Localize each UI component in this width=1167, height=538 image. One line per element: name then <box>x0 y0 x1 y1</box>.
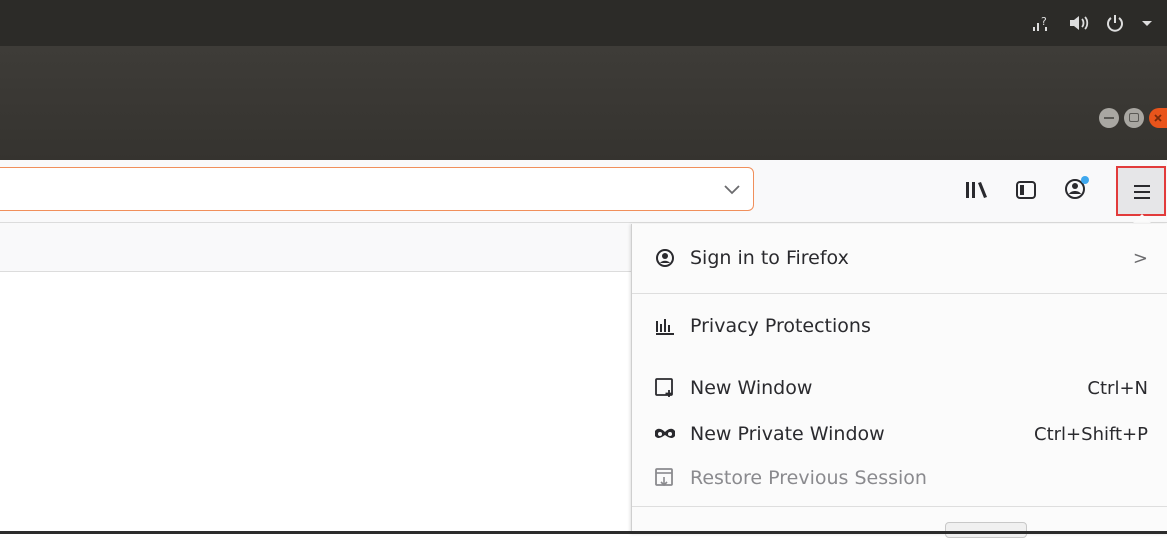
restore-session-icon <box>654 467 676 489</box>
system-indicators: ? <box>1031 10 1153 36</box>
privacy-dashboard-icon <box>654 315 676 337</box>
menu-item-label: Sign in to Firefox <box>690 247 849 269</box>
library-icon[interactable] <box>964 179 990 205</box>
bookmarks-toolbar <box>0 223 632 272</box>
dropdown-arrow-icon[interactable] <box>1141 13 1153 33</box>
chevron-right-icon: > <box>1132 247 1148 269</box>
hamburger-menu-icon <box>1134 185 1150 199</box>
system-top-bar: ? <box>0 0 1167 46</box>
window-controls <box>1099 108 1167 128</box>
menu-separator <box>632 293 1167 294</box>
menu-item-privacy-protections[interactable]: Privacy Protections <box>632 308 1167 344</box>
menu-item-label: New Private Window <box>690 423 885 445</box>
account-icon[interactable] <box>1063 175 1091 205</box>
zoom-control-partial[interactable] <box>945 522 1027 538</box>
navigation-toolbar <box>0 160 1167 223</box>
svg-text:?: ? <box>1041 15 1047 28</box>
network-icon[interactable]: ? <box>1031 13 1051 33</box>
app-menu-panel: Sign in to Firefox > Privacy Protections… <box>631 224 1167 534</box>
panel-arrow <box>1132 214 1152 224</box>
url-dropdown-icon[interactable] <box>721 179 743 199</box>
close-icon[interactable] <box>1149 108 1167 128</box>
menu-item-new-window[interactable]: New Window Ctrl+N <box>632 370 1167 406</box>
private-mask-icon <box>654 423 676 445</box>
maximize-icon[interactable] <box>1124 108 1144 128</box>
window-title-bar <box>0 46 1167 160</box>
menu-item-sign-in[interactable]: Sign in to Firefox > <box>632 240 1167 276</box>
menu-item-restore-session[interactable]: Restore Previous Session <box>632 460 1167 496</box>
url-bar[interactable] <box>0 167 754 211</box>
minimize-icon[interactable] <box>1099 108 1119 128</box>
menu-item-label: Privacy Protections <box>690 315 871 337</box>
menu-item-shortcut: Ctrl+N <box>1087 377 1148 399</box>
new-window-icon <box>654 377 676 399</box>
menu-item-new-private-window[interactable]: New Private Window Ctrl+Shift+P <box>632 416 1167 452</box>
volume-icon[interactable] <box>1067 13 1089 33</box>
account-icon <box>654 247 676 269</box>
menu-separator <box>632 506 1167 507</box>
menu-item-shortcut: Ctrl+Shift+P <box>1034 423 1148 445</box>
power-icon[interactable] <box>1105 13 1125 33</box>
sidebar-icon[interactable] <box>1015 179 1037 205</box>
menu-item-label: New Window <box>690 377 813 399</box>
hamburger-menu-button[interactable] <box>1116 166 1166 216</box>
menu-item-label: Restore Previous Session <box>690 467 927 489</box>
